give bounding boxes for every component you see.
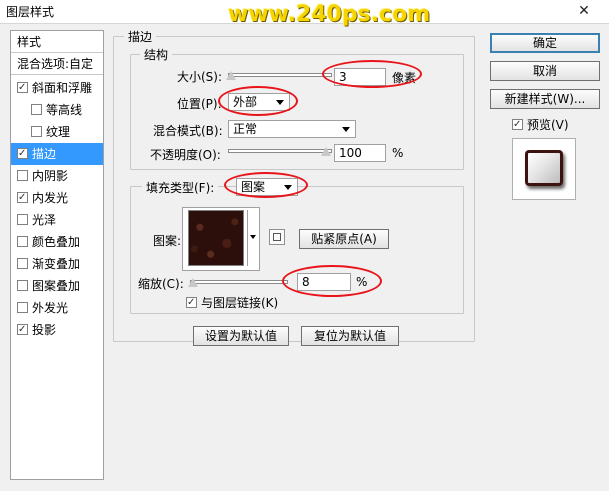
highlight-ring-position	[218, 86, 298, 116]
sidebar-item-satin[interactable]: 光泽	[11, 209, 103, 231]
sidebar-item-inner-glow[interactable]: 内发光	[11, 187, 103, 209]
checkbox-inner-glow[interactable]	[17, 192, 28, 203]
ok-button[interactable]: 确定	[490, 33, 600, 53]
checkbox-bevel-emboss[interactable]	[17, 82, 28, 93]
make-default-button[interactable]: 设置为默认值	[193, 326, 289, 346]
sidebar-item-outer-glow[interactable]: 外发光	[11, 297, 103, 319]
blend-mode-label: 混合模式(B):	[153, 124, 223, 138]
link-with-layer-label: 与图层链接(K)	[201, 296, 279, 310]
sidebar-item-gradient-overlay[interactable]: 渐变叠加	[11, 253, 103, 275]
window-title: 图层样式	[6, 5, 55, 19]
opacity-unit: %	[392, 146, 404, 160]
position-label: 位置(P):	[177, 97, 222, 111]
sidebar-item-label: 图案叠加	[32, 279, 81, 293]
snap-to-origin-button[interactable]: 贴紧原点(A)	[299, 229, 389, 249]
size-label: 大小(S):	[177, 70, 223, 84]
sidebar-item-label: 光泽	[32, 213, 57, 227]
checkbox-drop-shadow[interactable]	[17, 324, 28, 335]
style-preview-thumbnail	[525, 150, 563, 186]
sidebar-item-pattern-overlay[interactable]: 图案叠加	[11, 275, 103, 297]
checkbox-gradient-overlay[interactable]	[17, 258, 28, 269]
opacity-label: 不透明度(O):	[150, 148, 221, 162]
new-style-button[interactable]: 新建样式(W)...	[490, 89, 600, 109]
blend-mode-select-value: 正常	[233, 122, 258, 136]
checkbox-preview[interactable]	[512, 119, 523, 130]
chevron-down-icon	[342, 127, 350, 132]
close-button[interactable]: ✕	[570, 2, 598, 20]
sidebar-item-label: 描边	[32, 147, 57, 161]
structure-group-title: 结构	[140, 46, 173, 63]
styles-sidebar: 样式 混合选项:自定 斜面和浮雕 等高线 纹理 描边 内阴影 内发光 光泽 颜色…	[10, 30, 104, 480]
checkbox-stroke[interactable]	[17, 148, 28, 159]
sidebar-item-stroke[interactable]: 描边	[11, 143, 103, 165]
blend-mode-select[interactable]: 正常	[228, 120, 356, 138]
sidebar-item-label: 纹理	[46, 125, 71, 139]
pattern-swatch[interactable]	[188, 210, 244, 266]
checkbox-link-with-layer[interactable]	[186, 297, 197, 308]
sidebar-item-label: 投影	[32, 323, 57, 337]
sidebar-item-label: 斜面和浮雕	[32, 81, 93, 95]
watermark: www.240ps.com	[228, 2, 431, 27]
reset-to-default-button[interactable]: 复位为默认值	[301, 326, 399, 346]
sidebar-item-drop-shadow[interactable]: 投影	[11, 319, 103, 341]
checkbox-satin[interactable]	[17, 214, 28, 225]
sidebar-item-color-overlay[interactable]: 颜色叠加	[11, 231, 103, 253]
sidebar-item-label: 颜色叠加	[32, 235, 81, 249]
sidebar-item-texture[interactable]: 纹理	[11, 121, 103, 143]
stroke-group-title: 描边	[124, 28, 157, 45]
checkbox-inner-shadow[interactable]	[17, 170, 28, 181]
pattern-label: 图案:	[153, 234, 182, 248]
checkbox-pattern-overlay[interactable]	[17, 280, 28, 291]
pattern-picker-dropdown[interactable]	[247, 210, 259, 266]
highlight-ring-fill-type	[224, 172, 308, 198]
size-slider-thumb[interactable]	[226, 71, 236, 80]
checkbox-outer-glow[interactable]	[17, 302, 28, 313]
opacity-slider-track[interactable]	[228, 149, 332, 153]
scale-label: 缩放(C):	[138, 277, 184, 291]
link-with-layer[interactable]: 与图层链接(K)	[186, 294, 278, 311]
sidebar-styles-header[interactable]: 样式	[11, 31, 103, 53]
opacity-slider-thumb[interactable]	[321, 147, 331, 156]
highlight-ring-size	[322, 60, 422, 88]
scale-slider-track[interactable]	[190, 280, 288, 284]
sidebar-item-label: 内发光	[32, 191, 69, 205]
chevron-down-icon	[250, 235, 256, 239]
scale-slider-thumb[interactable]	[188, 278, 198, 287]
sidebar-item-bevel-emboss[interactable]: 斜面和浮雕	[11, 77, 103, 99]
checkbox-contour[interactable]	[31, 104, 42, 115]
fill-type-label: 填充类型(F):	[142, 179, 219, 196]
sidebar-blending-options[interactable]: 混合选项:自定	[11, 53, 103, 75]
checkbox-texture[interactable]	[31, 126, 42, 137]
sidebar-item-label: 等高线	[46, 103, 83, 117]
highlight-ring-scale	[282, 265, 382, 297]
fill-type-group	[130, 186, 464, 314]
opacity-input[interactable]: 100	[334, 144, 386, 162]
checkbox-color-overlay[interactable]	[17, 236, 28, 247]
new-preset-icon[interactable]	[269, 229, 285, 245]
sidebar-item-label: 内阴影	[32, 169, 69, 183]
sidebar-item-label: 外发光	[32, 301, 69, 315]
size-slider-track[interactable]	[228, 73, 332, 77]
sidebar-item-label: 渐变叠加	[32, 257, 81, 271]
preview-toggle[interactable]: 预览(V)	[512, 116, 569, 133]
sidebar-item-inner-shadow[interactable]: 内阴影	[11, 165, 103, 187]
preview-label: 预览(V)	[527, 118, 569, 132]
cancel-button[interactable]: 取消	[490, 61, 600, 81]
sidebar-item-contour[interactable]: 等高线	[11, 99, 103, 121]
